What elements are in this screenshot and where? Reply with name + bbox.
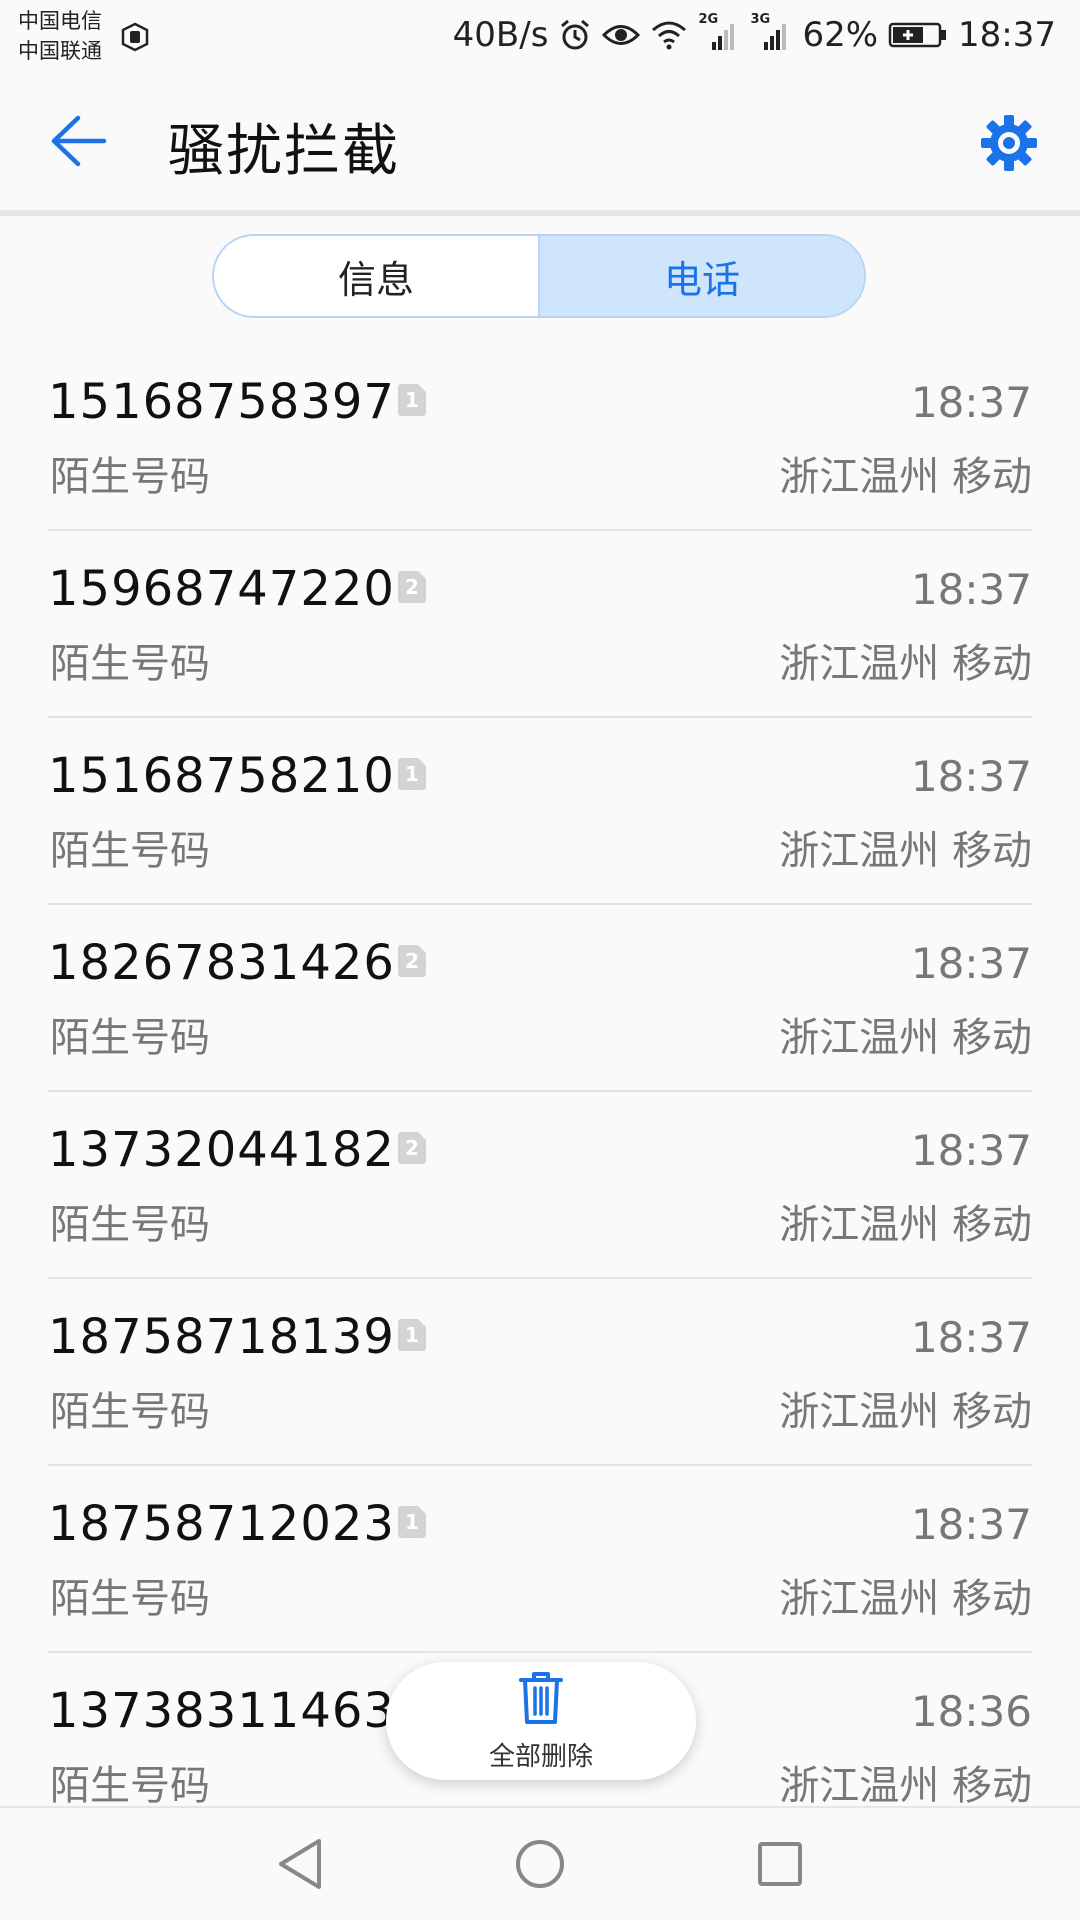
app-bar: 骚扰拦截 bbox=[0, 70, 1080, 210]
call-location: 浙江温州 移动 bbox=[779, 1389, 1032, 1435]
phone-number: 18758712023 bbox=[48, 1496, 395, 1552]
call-time: 18:37 bbox=[910, 752, 1032, 801]
call-time: 18:36 bbox=[910, 1687, 1032, 1736]
delete-all-label: 全部删除 bbox=[488, 1741, 593, 1772]
trash-icon bbox=[517, 1670, 565, 1730]
caller-label: 陌生号码 bbox=[50, 1202, 210, 1248]
carrier-hd-icon bbox=[120, 22, 150, 52]
caller-label: 陌生号码 bbox=[50, 454, 210, 500]
caller-label: 陌生号码 bbox=[50, 1763, 210, 1809]
call-location: 浙江温州 移动 bbox=[779, 641, 1032, 687]
sim-card-icon: 1 bbox=[398, 1319, 426, 1351]
sim-card-icon: 1 bbox=[398, 758, 426, 790]
call-time: 18:37 bbox=[910, 1313, 1032, 1362]
gear-icon bbox=[978, 112, 1040, 178]
tab-calls[interactable]: 电话 bbox=[538, 236, 864, 316]
call-location: 浙江温州 移动 bbox=[779, 1576, 1032, 1622]
segmented-tabs: 信息 电话 bbox=[212, 234, 866, 318]
caller-label: 陌生号码 bbox=[50, 1389, 210, 1435]
status-bar: 中国电信 中国联通 40B/s 2G 3G 62% 18:37 bbox=[0, 0, 1080, 70]
battery-percent: 62% bbox=[802, 15, 879, 55]
sim-card-icon: 1 bbox=[398, 384, 426, 416]
sim-card-icon: 2 bbox=[398, 1132, 426, 1164]
sim-card-icon: 2 bbox=[398, 945, 426, 977]
phone-number: 13732044182 bbox=[48, 1122, 395, 1178]
status-time: 18:37 bbox=[958, 15, 1056, 55]
nav-recents-button[interactable] bbox=[748, 1834, 812, 1898]
list-item[interactable]: 18758718139 1 陌生号码 18:37 浙江温州 移动 bbox=[48, 1279, 1032, 1466]
call-time: 18:37 bbox=[910, 378, 1032, 427]
sim-card-icon: 2 bbox=[398, 571, 426, 603]
call-time: 18:37 bbox=[910, 939, 1032, 988]
list-item[interactable]: 15968747220 2 陌生号码 18:37 浙江温州 移动 bbox=[48, 531, 1032, 718]
signal-icon-sim1: 2G bbox=[698, 12, 740, 52]
list-item[interactable]: 18758712023 1 陌生号码 18:37 浙江温州 移动 bbox=[48, 1466, 1032, 1653]
phone-number: 15168758397 bbox=[48, 374, 395, 430]
list-item[interactable]: 13732044182 2 陌生号码 18:37 浙江温州 移动 bbox=[48, 1092, 1032, 1279]
list-item[interactable]: 18267831426 2 陌生号码 18:37 浙江温州 移动 bbox=[48, 905, 1032, 1092]
wifi-icon bbox=[650, 20, 688, 50]
caller-label: 陌生号码 bbox=[50, 828, 210, 874]
back-triangle-icon bbox=[275, 1837, 325, 1895]
call-time: 18:37 bbox=[910, 1500, 1032, 1549]
call-location: 浙江温州 移动 bbox=[779, 1763, 1032, 1809]
system-nav-bar bbox=[0, 1806, 1080, 1920]
battery-icon bbox=[888, 21, 948, 49]
call-time: 18:37 bbox=[910, 1126, 1032, 1175]
caller-label: 陌生号码 bbox=[50, 641, 210, 687]
tab-messages[interactable]: 信息 bbox=[214, 236, 538, 316]
settings-button[interactable] bbox=[974, 110, 1044, 180]
list-item[interactable]: 15168758210 1 陌生号码 18:37 浙江温州 移动 bbox=[48, 718, 1032, 905]
nav-back-button[interactable] bbox=[268, 1834, 332, 1898]
phone-number: 18267831426 bbox=[48, 935, 395, 991]
page-title: 骚扰拦截 bbox=[168, 119, 400, 184]
back-button[interactable] bbox=[40, 110, 116, 176]
caller-label: 陌生号码 bbox=[50, 1576, 210, 1622]
carrier-2: 中国联通 bbox=[18, 39, 102, 63]
sim2-network-label: 3G bbox=[750, 12, 771, 27]
phone-number: 15968747220 bbox=[48, 561, 395, 617]
list-item[interactable]: 15168758397 1 陌生号码 18:37 浙江温州 移动 bbox=[48, 344, 1032, 531]
delete-all-button[interactable]: 全部删除 bbox=[386, 1662, 696, 1780]
signal-icon-sim2: 3G bbox=[750, 12, 792, 52]
back-arrow-icon bbox=[48, 114, 108, 172]
phone-number: 13738311463 bbox=[48, 1683, 395, 1739]
phone-number: 18758718139 bbox=[48, 1309, 395, 1365]
nav-home-button[interactable] bbox=[508, 1834, 572, 1898]
sim1-network-label: 2G bbox=[698, 12, 719, 27]
call-location: 浙江温州 移动 bbox=[779, 828, 1032, 874]
call-location: 浙江温州 移动 bbox=[779, 1202, 1032, 1248]
blocked-call-list: 15168758397 1 陌生号码 18:37 浙江温州 移动 1596874… bbox=[48, 344, 1032, 1840]
caller-label: 陌生号码 bbox=[50, 1015, 210, 1061]
status-indicators: 40B/s 2G 3G 62% 18:37 bbox=[453, 10, 1056, 60]
alarm-icon bbox=[558, 18, 592, 52]
call-location: 浙江温州 移动 bbox=[779, 1015, 1032, 1061]
sim-card-icon: 1 bbox=[398, 1506, 426, 1538]
carrier-names: 中国电信 中国联通 bbox=[18, 6, 128, 66]
call-time: 18:37 bbox=[910, 565, 1032, 614]
net-speed: 40B/s bbox=[452, 15, 549, 55]
carrier-1: 中国电信 bbox=[18, 9, 102, 33]
home-circle-icon bbox=[513, 1837, 567, 1895]
eye-icon bbox=[602, 20, 641, 50]
app-bar-divider bbox=[0, 210, 1080, 216]
call-location: 浙江温州 移动 bbox=[779, 454, 1032, 500]
recents-square-icon bbox=[755, 1839, 805, 1893]
phone-number: 15168758210 bbox=[48, 748, 395, 804]
